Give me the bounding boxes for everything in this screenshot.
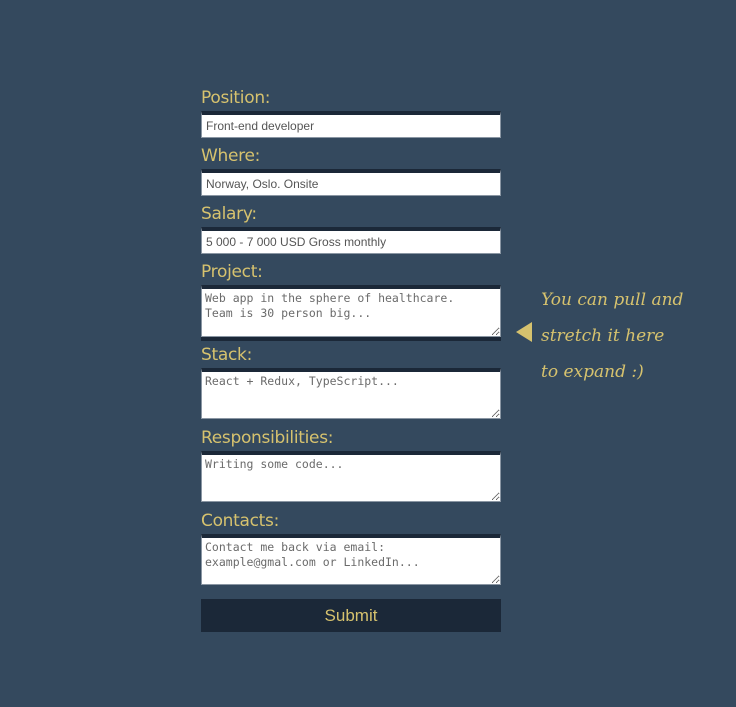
where-label: Where:	[201, 146, 261, 166]
project-textarea[interactable]	[201, 285, 501, 337]
salary-label: Salary:	[201, 204, 257, 224]
submit-button[interactable]: Submit	[201, 599, 501, 632]
hint-line: stretch it here	[541, 326, 665, 346]
hint-line: to expand :)	[541, 362, 644, 382]
stack-textarea[interactable]	[201, 368, 501, 419]
stack-label: Stack:	[201, 345, 252, 365]
salary-input[interactable]	[201, 227, 501, 254]
arrow-left-icon	[516, 322, 532, 342]
project-divider	[201, 337, 501, 341]
position-input[interactable]	[201, 111, 501, 138]
hint-line: You can pull and	[541, 290, 684, 310]
contacts-textarea[interactable]	[201, 534, 501, 585]
contacts-label: Contacts:	[201, 511, 280, 531]
responsibilities-label: Responsibilities:	[201, 428, 334, 448]
project-label: Project:	[201, 262, 263, 282]
resize-hint: You can pull and stretch it here to expa…	[541, 282, 683, 390]
position-label: Position:	[201, 88, 271, 108]
responsibilities-textarea[interactable]	[201, 451, 501, 502]
where-input[interactable]	[201, 169, 501, 196]
